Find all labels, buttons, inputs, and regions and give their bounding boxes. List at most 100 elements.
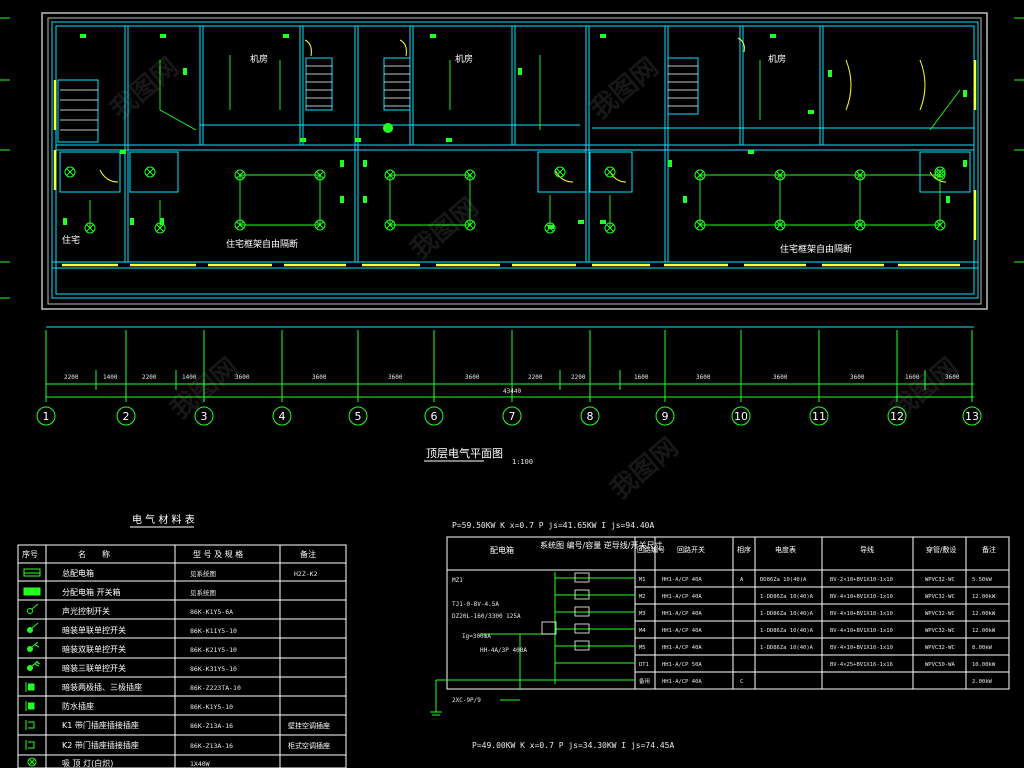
materials-row-7-name: 暗装两极插、三极插座 [62,682,142,692]
system-row-2-wire: BV-4×10+BV1X10-1x10 [830,594,893,600]
axis-label-5: 5 [355,410,362,423]
drawing-canvas: 机房 机房 机房 住宅 住宅框架自由隔断 住宅框架自由隔断 2200 1400 … [0,12,1024,768]
dim-11: 1600 [634,374,649,381]
materials-row-8-name: 防水插座 [62,701,94,711]
system-left-label-3: Ig=300mA [462,633,491,640]
materials-row-1-name: 总配电箱 [62,568,94,578]
materials-header-model: 型 号 及 规 格 [193,549,243,559]
system-row-3-meter: 1-DD86Za 10(40)A [760,611,814,617]
dim-total: 43440 [503,388,521,395]
system-row-2-breaker: HH1-A/CP 40A [662,594,702,600]
axis-label-13: 13 [965,410,979,423]
axis-label-8: 8 [587,410,594,423]
materials-row-8-model: 86K-K1Y5-10 [190,703,233,711]
system-schematic [430,572,635,716]
system-panel-id: MZ1 [452,577,463,584]
system-row-6-breaker: HH1-A/CP 50A [662,662,702,668]
materials-row-5-model: 86K-K21Y5-10 [190,646,237,654]
axis-label-10: 10 [734,410,748,423]
drawing-title: 顶层电气平面图 [426,446,503,460]
system-row-2-meter: 1-DD86Za 10(40)A [760,594,814,600]
system-row-1-id: M1 [639,577,646,583]
system-row-7-note: 2.00kW [972,679,993,685]
materials-row-4-name: 暗装单联单控开关 [62,625,126,635]
system-header-phase: 相序 [737,545,751,554]
materials-row-11-model: 1X40W [190,760,210,768]
room-label-machine-2: 机房 [455,53,473,65]
dim-1: 2200 [64,374,79,381]
materials-row-1-model: 见系统图 [190,569,216,578]
materials-row-5-name: 暗装双联单控开关 [62,644,126,654]
system-row-7-phase: C [740,679,743,685]
watermark-text: 我图网 [105,52,184,125]
materials-row-10-note: 柜式空调插座 [288,741,330,750]
system-row-5-conduit: WPVC32-WC [925,645,955,651]
room-label-open-2: 住宅框架自由隔断 [780,243,852,255]
system-row-4-breaker: HH1-A/CP 40A [662,628,702,634]
system-formula-bottom: P=49.00KW K x=0.7 P js=34.30KW I js=74.4… [472,741,674,750]
system-row-2-note: 12.00kW [972,594,996,600]
materials-row-9-note: 壁挂空调插座 [288,721,330,730]
system-row-7-breaker: HH1-A/CP 40A [662,679,702,685]
materials-row-1-note: H2Z-K2 [294,570,318,578]
system-row-3-breaker: HH1-A/CP 40A [662,611,702,617]
system-header-meter: 电度表 [775,545,796,554]
system-row-5-wire: BV-4×10+BV1X10-1x10 [830,645,893,651]
room-label-open-1: 住宅框架自由隔断 [226,238,298,250]
system-header-note: 备注 [982,545,996,554]
materials-row-6-name: 暗装三联单控开关 [62,663,126,673]
axis-label-4: 4 [279,410,286,423]
materials-row-2-model: 见系统图 [190,588,216,597]
dim-6: 3600 [312,374,327,381]
system-row-3-wire: BV-4×10+BV1X10-1x10 [830,611,893,617]
system-row-6-wire: BV-4×25+BV1X16-1x16 [830,662,893,668]
system-row-5-id: M5 [639,645,646,651]
legend-symbols [23,568,41,767]
dim-12: 3600 [696,374,711,381]
dim-13: 3600 [773,374,788,381]
system-box-label: 配电箱 [490,545,514,555]
watermark-text: 我图网 [405,192,484,265]
axis-label-1: 1 [43,410,50,423]
dim-8: 3600 [465,374,480,381]
dim-10: 2200 [571,374,586,381]
system-row-5-meter: 1-DD86Za 10(40)A [760,645,814,651]
axis-label-3: 3 [201,410,208,423]
watermark-text: 我图网 [605,432,684,505]
materials-row-2-name: 分配电箱 开关箱 [62,587,121,597]
system-row-4-note: 12.00kW [972,628,996,634]
system-row-4-meter: 1-DD86Za 10(40)A [760,628,814,634]
system-row-3-id: M3 [639,611,646,617]
dim-14: 3600 [850,374,865,381]
system-header-wire: 导线 [860,545,874,554]
materials-row-4-model: 86K-K11Y5-10 [190,627,237,635]
materials-header-note: 备注 [300,549,316,559]
system-left-label-4: HH-4A/3P 400A [480,647,527,654]
materials-row-7-model: 86K-Z223TA-10 [190,684,241,692]
floor-plan: 机房 机房 机房 住宅 住宅框架自由隔断 住宅框架自由隔断 [41,12,988,310]
materials-row-9-name: K1 带门插座插接插座 [62,720,139,730]
materials-row-9-model: 86K-Z13A-16 [190,722,233,730]
system-row-3-note: 12.00kW [972,611,996,617]
system-row-6-id: DT1 [639,662,649,668]
system-ground-label: 2XC-9P/9 [452,697,481,704]
system-row-4-id: M4 [639,628,646,634]
axis-label-7: 7 [509,410,516,423]
system-row-4-wire: BV-4×10+BV1X10-1x10 [830,628,893,634]
system-row-1-conduit: WPVC32-WC [925,577,955,583]
drawing-scale: 1:100 [512,458,533,466]
system-row-5-breaker: HH1-A/CP 40A [662,645,702,651]
watermark-text: 我图网 [585,52,664,125]
dim-7: 3600 [388,374,403,381]
dim-2: 1400 [103,374,118,381]
materials-table [17,544,347,768]
materials-row-3-model: 86K-K1Y5-6A [190,608,233,616]
system-header-conduit: 穿管/敷设 [926,545,956,554]
materials-row-11-name: 吸 顶 灯(白炽) [62,758,113,768]
system-row-1-meter: DD86Za 10(40)A [760,577,807,583]
system-header-circuit: 回路编号 [637,545,665,554]
system-row-2-conduit: WPVC32-WC [925,594,955,600]
materials-header-no: 序号 [22,549,38,559]
system-row-5-note: 8.00kW [972,645,993,651]
system-row-1-phase: A [740,577,744,583]
